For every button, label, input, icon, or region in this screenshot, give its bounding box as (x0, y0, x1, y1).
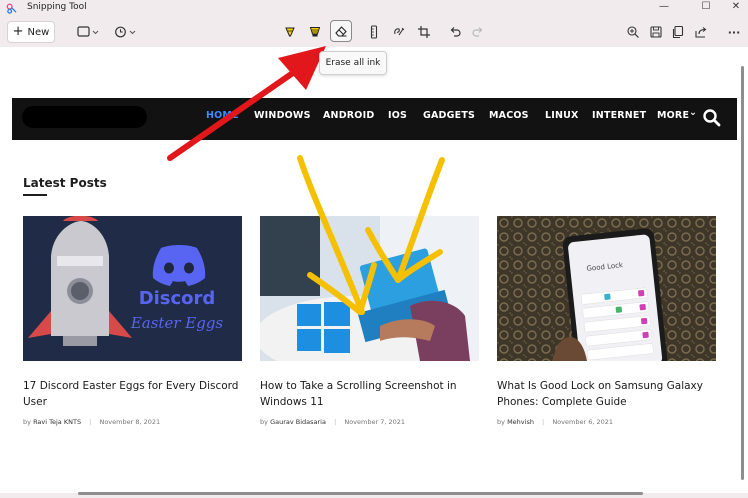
erase-all-ink-tooltip: Erase all ink (319, 51, 387, 75)
nav-macos[interactable]: MACOS (489, 110, 529, 122)
post-author[interactable]: Mehvish (507, 418, 534, 426)
eraser-icon (335, 26, 347, 37)
snipping-tool-window: Snipping Tool — ☐ ✕ + New ··· Erase all … (0, 0, 748, 498)
easter-eggs-text: Easter Eggs (130, 314, 224, 332)
more-options-button[interactable]: ··· (722, 23, 746, 41)
touch-writing-icon (394, 27, 405, 36)
share-icon (695, 27, 707, 38)
vertical-scroll-thumb[interactable] (741, 66, 744, 480)
discord-rocket-illustration: Discord Easter Eggs (23, 216, 242, 361)
eraser-button[interactable] (330, 20, 352, 42)
save-icon (650, 26, 662, 38)
meta-separator: | (542, 418, 545, 426)
snipping-tool-app-icon (6, 3, 17, 14)
post-title-good-lock[interactable]: What Is Good Lock on Samsung Galaxy Phon… (497, 378, 717, 410)
post-meta-good-lock: by Mehvish | November 6, 2021 (497, 417, 613, 427)
post-image-discord[interactable]: Discord Easter Eggs (23, 216, 242, 361)
new-button-label: New (27, 26, 50, 38)
horizontal-scroll-thumb[interactable] (78, 492, 643, 495)
save-button[interactable] (646, 23, 666, 41)
post-title-scrolling-screenshot[interactable]: How to Take a Scrolling Screenshot in Wi… (260, 378, 480, 410)
copy-button[interactable] (668, 23, 688, 41)
window-title: Snipping Tool (27, 2, 87, 12)
ballpoint-pen-icon (285, 27, 295, 37)
zoom-button[interactable] (623, 23, 643, 41)
nav-ios[interactable]: IOS (388, 110, 407, 122)
meta-separator: | (334, 418, 337, 426)
copy-icon (672, 25, 684, 39)
post-title-discord[interactable]: 17 Discord Easter Eggs for Every Discord… (23, 378, 243, 410)
nav-internet[interactable]: INTERNET (592, 110, 646, 122)
ballpoint-pen-button[interactable] (280, 23, 300, 41)
discord-text: Discord (139, 288, 216, 309)
crop-icon (418, 26, 430, 38)
undo-icon (450, 27, 461, 37)
redacted-logo (22, 106, 147, 128)
chevron-down-icon: ⌄ (689, 107, 698, 118)
undo-button[interactable] (445, 23, 465, 41)
highlighter-button[interactable] (305, 23, 325, 41)
laptop-photo-illustration (260, 216, 479, 361)
nav-android[interactable]: ANDROID (323, 110, 374, 122)
post-image-good-lock[interactable]: Good Lock (497, 216, 716, 361)
nav-more[interactable]: MORE (657, 110, 689, 122)
post-date: November 7, 2021 (344, 418, 406, 426)
post-meta-scrolling-screenshot: by Gaurav Bidasaria | November 7, 2021 (260, 417, 405, 427)
nav-gadgets[interactable]: GADGETS (423, 110, 475, 122)
new-snip-button[interactable]: + New (7, 21, 55, 43)
search-icon[interactable] (702, 108, 722, 128)
clock-icon (115, 26, 136, 38)
redo-button[interactable] (468, 23, 488, 41)
meta-separator: | (89, 418, 92, 426)
plus-icon: + (12, 24, 24, 39)
post-image-windows-screenshot[interactable] (260, 216, 479, 361)
toolbar: + New ··· (0, 17, 748, 47)
website-navbar: HOME WINDOWS ANDROID IOS GADGETS MACOS L… (12, 98, 737, 140)
highlighter-icon (309, 27, 321, 37)
post-author[interactable]: Gaurav Bidasaria (270, 418, 326, 426)
crop-button[interactable] (414, 23, 434, 41)
minimize-button[interactable]: — (650, 0, 678, 14)
by-label: by (260, 418, 268, 426)
by-label: by (497, 418, 505, 426)
post-author[interactable]: Ravi Teja KNTS (33, 418, 81, 426)
heading-underline (23, 194, 47, 196)
post-meta-discord: by Ravi Teja KNTS | November 8, 2021 (23, 417, 160, 427)
nav-linux[interactable]: LINUX (545, 110, 579, 122)
horizontal-scrollbar[interactable] (0, 491, 740, 496)
post-date: November 6, 2021 (552, 418, 614, 426)
share-button[interactable] (691, 23, 711, 41)
by-label: by (23, 418, 31, 426)
vertical-scrollbar[interactable] (740, 56, 745, 486)
maximize-button[interactable]: ☐ (692, 0, 720, 14)
title-bar: Snipping Tool — ☐ ✕ (0, 0, 748, 16)
ruler-icon (370, 25, 378, 39)
delay-dropdown[interactable] (113, 23, 139, 41)
ruler-button[interactable] (364, 23, 384, 41)
snip-mode-dropdown[interactable] (76, 23, 102, 41)
phone-photo-illustration: Good Lock (497, 216, 716, 361)
redo-icon (472, 27, 483, 37)
nav-home[interactable]: HOME (206, 110, 239, 122)
zoom-in-icon (627, 26, 639, 38)
close-button[interactable]: ✕ (722, 0, 748, 14)
latest-posts-heading: Latest Posts (23, 176, 107, 190)
touch-writing-button[interactable] (389, 23, 409, 41)
post-date: November 8, 2021 (99, 418, 161, 426)
nav-windows[interactable]: WINDOWS (254, 110, 311, 122)
rectangle-snip-icon (77, 26, 99, 37)
